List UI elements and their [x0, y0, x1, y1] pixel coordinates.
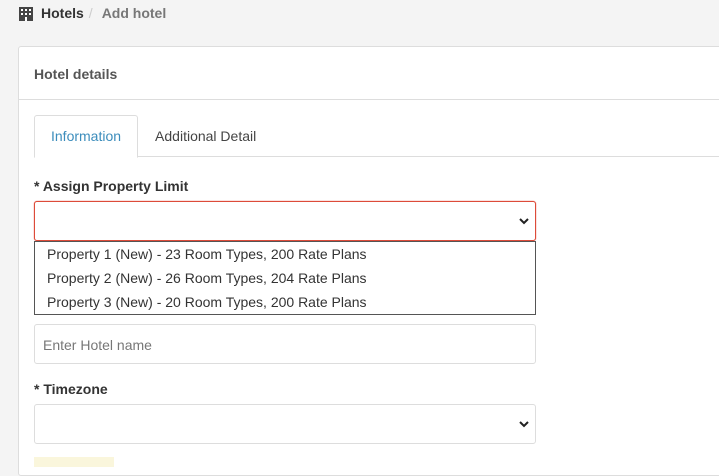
panel-heading: Hotel details	[19, 47, 719, 100]
hotel-name-placeholder: Enter Hotel name	[43, 337, 152, 353]
property-limit-select[interactable]	[34, 201, 536, 241]
building-icon	[19, 6, 33, 21]
property-limit-label: * Assign Property Limit	[34, 178, 189, 194]
dropdown-option[interactable]: Property 3 (New) - 20 Room Types, 200 Ra…	[35, 290, 535, 314]
hotel-name-input[interactable]: Enter Hotel name	[34, 324, 536, 364]
tab-additional-detail[interactable]: Additional Detail	[138, 115, 273, 157]
tab-bar: Information Additional Detail	[34, 115, 719, 158]
breadcrumb-hotels-link[interactable]: Hotels	[41, 5, 84, 21]
breadcrumb-current: Add hotel	[101, 5, 167, 21]
breadcrumb-separator: /	[88, 5, 93, 21]
cropped-label	[34, 457, 114, 467]
tab-information[interactable]: Information	[34, 115, 139, 158]
breadcrumb: Hotels / Add hotel	[18, 3, 166, 23]
dropdown-option[interactable]: Property 2 (New) - 26 Room Types, 204 Ra…	[35, 266, 535, 290]
hotel-details-panel: Hotel details Information Additional Det…	[18, 46, 719, 476]
chevron-down-icon	[519, 218, 529, 225]
property-limit-dropdown: Property 1 (New) - 23 Room Types, 200 Ra…	[34, 241, 536, 315]
timezone-select[interactable]	[34, 404, 536, 444]
dropdown-option[interactable]: Property 1 (New) - 23 Room Types, 200 Ra…	[35, 242, 535, 266]
timezone-label: * Timezone	[34, 381, 108, 397]
chevron-down-icon	[519, 421, 529, 428]
